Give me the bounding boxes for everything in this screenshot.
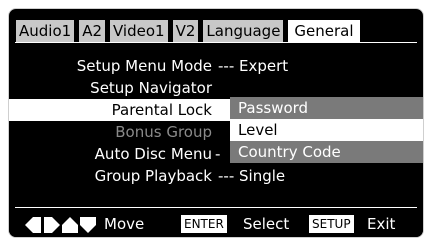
menu-item-label: Parental Lock [111,101,212,119]
parental-lock-submenu: Password Level Country Code [230,97,423,163]
direction-arrows-icon [25,217,96,233]
enter-key: ENTER [181,215,227,233]
option-country-code[interactable]: Country Code [230,141,423,163]
footer-divider [15,207,417,208]
menu-item-value: --- Single [218,167,286,185]
footer-bar: Move ENTER Select SETUP Exit [9,211,423,237]
menu-item-label: Auto Disc Menu [94,145,212,163]
tab-general[interactable]: General [287,19,361,42]
tab-language[interactable]: Language [202,19,285,42]
option-level[interactable]: Level [230,119,423,141]
move-label: Move [104,215,145,233]
menu-item-value: --- Expert [218,57,289,75]
option-password[interactable]: Password [230,97,423,119]
tab-video1[interactable]: Video1 [109,19,169,42]
setup-screen: Audio1 A2 Video1 V2 Language General Set… [8,8,424,238]
setup-key: SETUP [309,215,354,233]
menu-item-value: - [215,145,221,163]
tab-audio1[interactable]: Audio1 [15,19,76,42]
exit-label: Exit [367,215,396,233]
menu-item-label: Setup Navigator [90,79,212,97]
tab-bar: Audio1 A2 Video1 V2 Language General [15,19,361,43]
tab-a2[interactable]: A2 [78,19,106,42]
menu-item-label: Setup Menu Mode [76,57,212,75]
menu-item-label: Group Playback [94,167,212,185]
tab-divider [15,42,417,43]
tab-v2[interactable]: V2 [171,19,200,42]
menu-item-label: Bonus Group [115,123,212,141]
select-label: Select [243,215,290,233]
